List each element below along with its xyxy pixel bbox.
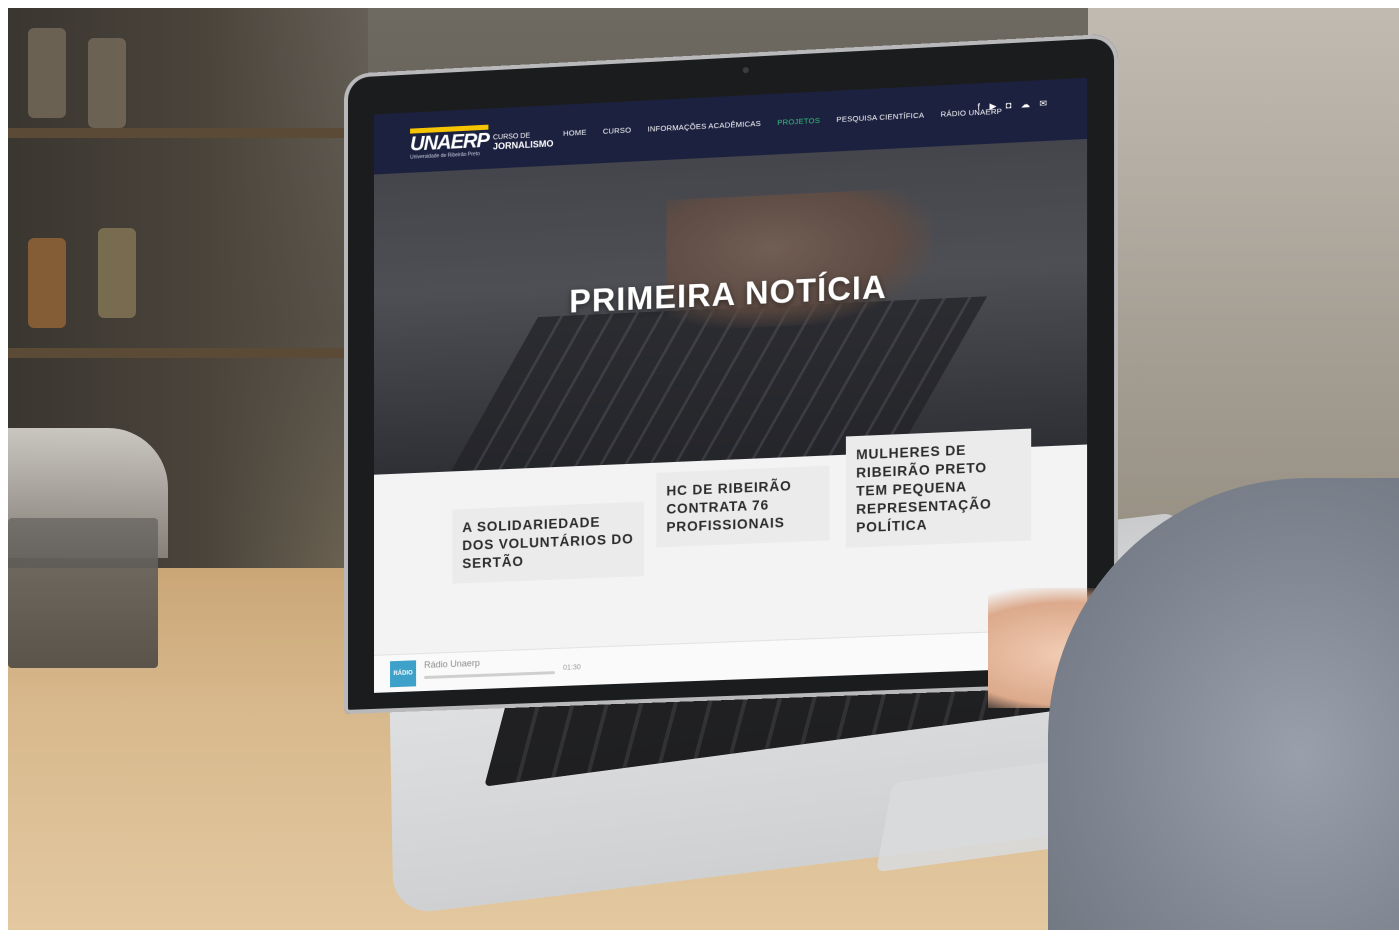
news-cards: A SOLIDARIEDADE DOS VOLUNTÁRIOS DO SERTÃ… [374,428,1088,655]
news-card[interactable]: MULHERES DE RIBEIRÃO PRETO TEM PEQUENA R… [845,428,1032,548]
shelf-board [8,128,368,138]
player-time: 01:30 [563,664,581,672]
player-progress-bar[interactable] [424,671,555,680]
nav-curso[interactable]: CURSO [603,125,631,136]
email-icon[interactable]: ✉ [1039,98,1047,110]
logo-subtitle: JORNALISMO [492,138,554,152]
player-thumbnail[interactable]: RÁDIO UNAERP [390,660,417,688]
jar [28,238,66,328]
player-title: Rádio Unaerp [424,657,480,670]
webcam [742,66,749,74]
facebook-icon[interactable]: f [977,102,980,113]
news-card[interactable]: A SOLIDARIEDADE DOS VOLUNTÁRIOS DO SERTÃ… [452,501,645,584]
shelf-board [8,348,368,358]
nav-informacoes-academicas[interactable]: INFORMAÇÕES ACADÊMICAS [648,119,761,134]
news-card[interactable]: HC DE RIBEIRÃO CONTRATA 76 PROFISSIONAIS [656,465,830,548]
jar [28,28,66,118]
hero-banner: PRIMEIRA NOTÍCIA [374,138,1088,475]
nav-pesquisa-cientifica[interactable]: PESQUISA CIENTÍFICA [836,111,924,125]
blurred-laptop [8,518,158,668]
social-links: f ▶ ◘ ☁ ✉ [977,98,1047,113]
instagram-icon[interactable]: ◘ [1006,100,1012,111]
soundcloud-icon[interactable]: ☁ [1021,99,1030,111]
background-photo: UNAERP CURSO DE JORNALISMO Universidade … [8,8,1399,930]
main-nav: HOME CURSO INFORMAÇÕES ACADÊMICAS PROJET… [563,107,1002,138]
laptop-screen: UNAERP CURSO DE JORNALISMO Universidade … [374,77,1088,693]
nav-home[interactable]: HOME [563,128,587,138]
jar [88,38,126,128]
youtube-icon[interactable]: ▶ [989,101,996,113]
nav-projetos[interactable]: PROJETOS [777,116,820,127]
jar [98,228,136,318]
logo-text: UNAERP [410,124,489,156]
site-logo[interactable]: UNAERP CURSO DE JORNALISMO [410,121,554,156]
